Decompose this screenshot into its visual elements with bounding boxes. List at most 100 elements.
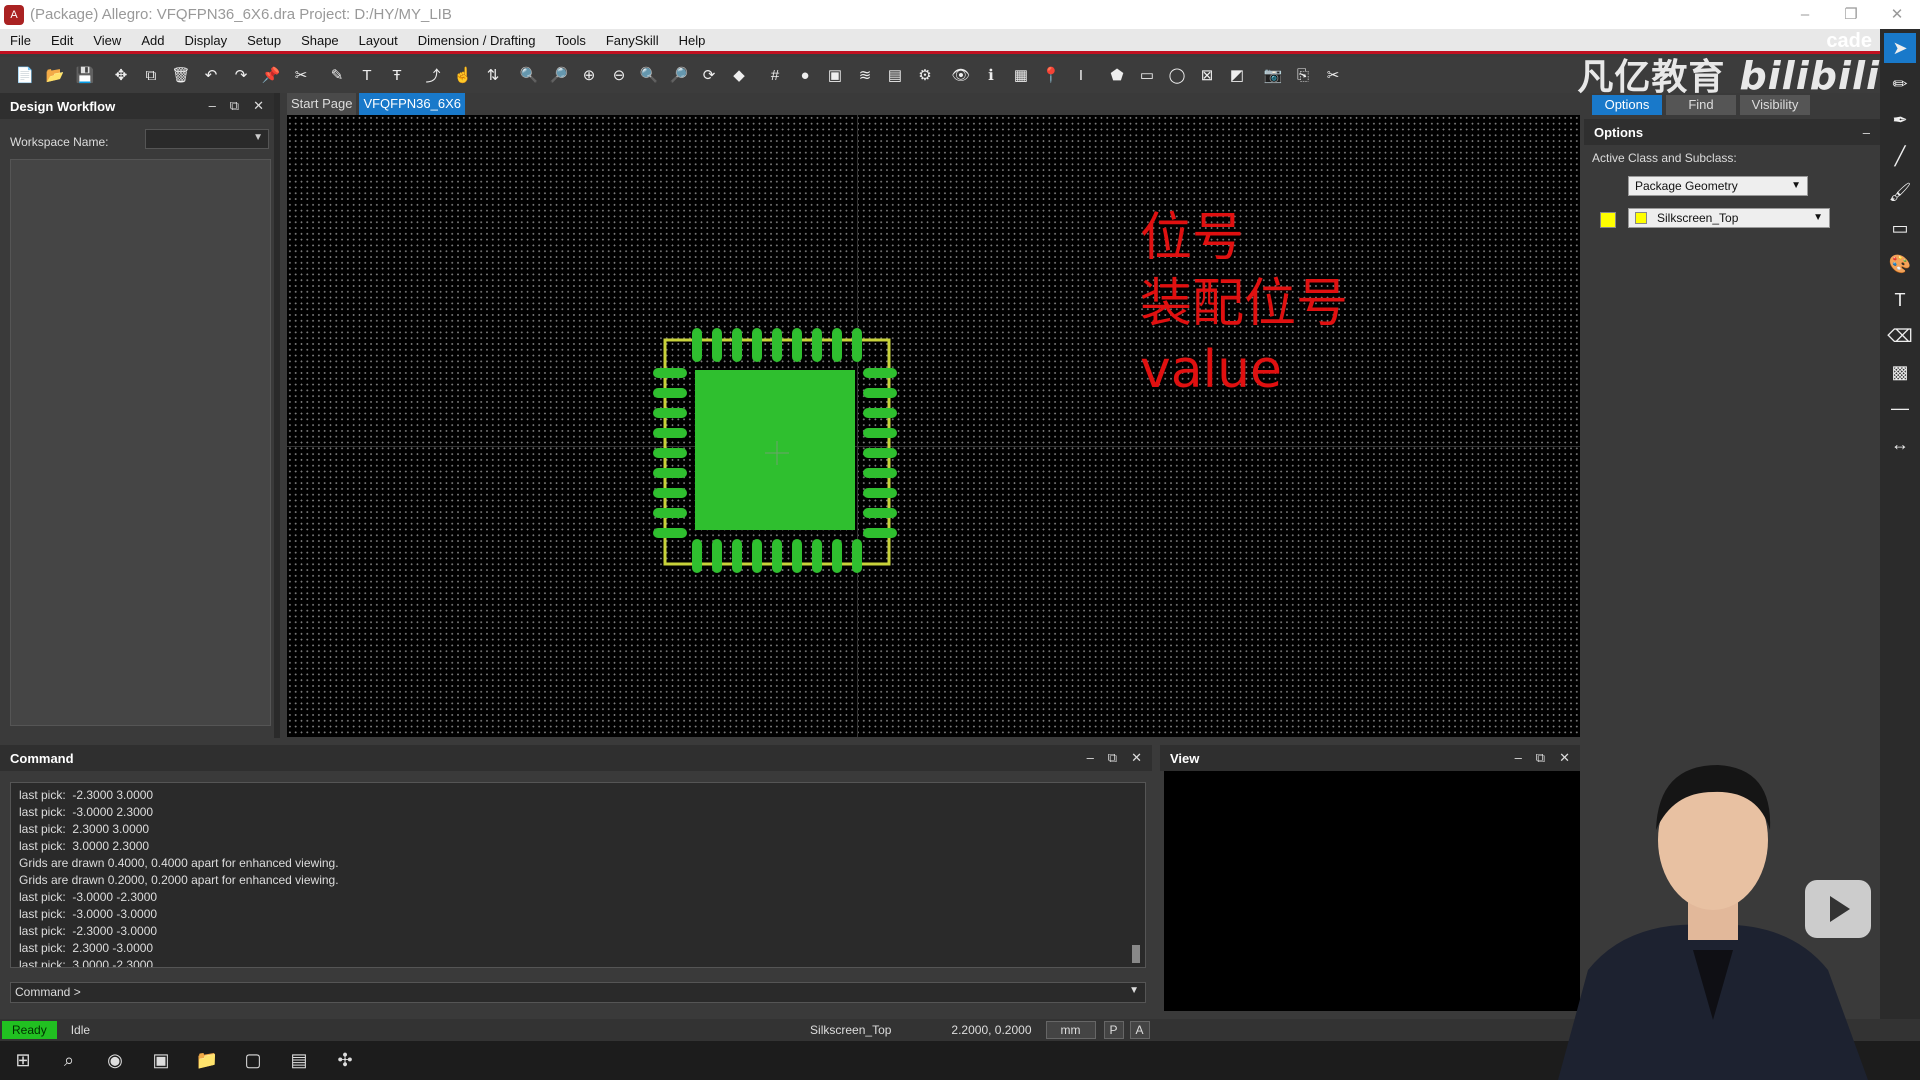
zoom-world-icon[interactable]: 🔎 [666,62,692,88]
edit-text-icon[interactable]: Ŧ [384,62,410,88]
menu-file[interactable]: File [0,33,41,48]
restore-button[interactable]: ❐ [1828,0,1874,29]
export-icon[interactable]: ⎘ [1290,62,1316,88]
chrome-icon[interactable]: ◉ [92,1041,138,1080]
unpin-icon[interactable]: ✂ [288,62,314,88]
tab-vfqfpn36[interactable]: VFQFPN36_6X6 [359,93,465,115]
arrows-icon[interactable]: ↔ [1884,429,1916,459]
grid-icon[interactable]: # [762,62,788,88]
shadow-icon[interactable]: ▣ [822,62,848,88]
new-icon[interactable]: 📄 [12,62,38,88]
package-icon[interactable]: ▦ [1008,62,1034,88]
play-button-icon[interactable] [1805,880,1871,938]
camera-icon[interactable]: 📷 [1260,62,1286,88]
connect-icon[interactable]: ⤴ [420,62,446,88]
menu-shape[interactable]: Shape [291,33,349,48]
command-input[interactable]: Command > [10,982,1146,1003]
rectangle-icon[interactable]: ▭ [1884,213,1916,243]
color-icon[interactable]: ● [792,62,818,88]
tools-icon[interactable]: ✂ [1320,62,1346,88]
add-text-icon[interactable]: T [354,62,380,88]
menu-edit[interactable]: Edit [41,33,83,48]
checker-icon[interactable]: ▩ [1884,357,1916,387]
visibility-icon[interactable]: 👁 [948,62,974,88]
minimize-icon[interactable]: – [1863,125,1870,140]
zoom-fit-icon[interactable]: 🔎 [546,62,572,88]
menu-view[interactable]: View [83,33,131,48]
windows-start-icon[interactable]: ⊞ [0,1041,46,1080]
minimize-icon[interactable]: – [1087,750,1094,766]
menu-help[interactable]: Help [669,33,716,48]
search-icon[interactable]: ⌕ [46,1041,92,1080]
pdf-icon[interactable]: ▤ [276,1041,322,1080]
copy-icon[interactable]: ⧉ [138,62,164,88]
editor-icon[interactable]: ▢ [230,1041,276,1080]
spread-icon[interactable]: ⇅ [480,62,506,88]
void-icon[interactable]: ⊠ [1194,62,1220,88]
tab-find[interactable]: Find [1666,95,1736,115]
settings-icon[interactable]: ⚙ [912,62,938,88]
show-element-icon[interactable]: ℹ [978,62,1004,88]
open-icon[interactable]: 📂 [42,62,68,88]
line-icon[interactable]: ╱ [1884,141,1916,171]
pin-place-icon[interactable]: 📍 [1038,62,1064,88]
menu-layout[interactable]: Layout [349,33,408,48]
layers-icon[interactable]: ≋ [852,62,878,88]
class-dropdown[interactable]: Package Geometry [1628,176,1808,196]
redo-icon[interactable]: ↷ [228,62,254,88]
status-units[interactable]: mm [1045,1021,1096,1039]
shape-add-icon[interactable]: ⬟ [1104,62,1130,88]
hline-icon[interactable]: — [1884,393,1916,423]
tab-visibility[interactable]: Visibility [1740,95,1810,115]
slide-icon[interactable]: ☝ [450,62,476,88]
menu-add[interactable]: Add [131,33,174,48]
save-icon[interactable]: 💾 [72,62,98,88]
menu-setup[interactable]: Setup [237,33,291,48]
menu-dimension-drafting[interactable]: Dimension / Drafting [408,33,546,48]
minimize-icon[interactable]: – [1515,750,1522,766]
subclass-color-swatch[interactable] [1600,212,1616,228]
subclass-dropdown[interactable]: Silkscreen_Top [1628,208,1830,228]
tab-options[interactable]: Options [1592,95,1662,115]
palette-icon[interactable]: 🎨 [1884,249,1916,279]
close-icon[interactable]: ✕ [253,98,264,114]
move-icon[interactable]: ✥ [108,62,134,88]
tab-start-page[interactable]: Start Page [287,93,357,115]
measure-icon[interactable]: I [1068,62,1094,88]
edit-shape-icon[interactable]: ◩ [1224,62,1250,88]
zoom-prev-icon[interactable]: 🔍 [636,62,662,88]
pen-icon[interactable]: ✒ [1884,105,1916,135]
pin-icon[interactable]: 📌 [258,62,284,88]
world-view-window[interactable] [1164,771,1580,1011]
file-explorer-icon[interactable]: 📁 [184,1041,230,1080]
workspace-dropdown[interactable] [145,129,269,149]
status-a-button[interactable]: A [1129,1021,1150,1039]
zoom-out-icon[interactable]: ⊖ [606,62,632,88]
minimize-button[interactable]: – [1782,0,1828,29]
close-icon[interactable]: ✕ [1131,750,1142,766]
zoom-points-icon[interactable]: 🔍 [516,62,542,88]
float-icon[interactable]: ⧉ [1108,750,1117,766]
minimize-icon[interactable]: – [209,98,216,114]
terminal-icon[interactable]: ▣ [138,1041,184,1080]
menu-tools[interactable]: Tools [545,33,595,48]
brush-icon[interactable]: 🖌 [1884,177,1916,207]
add-line-icon[interactable]: ✎ [324,62,350,88]
circle-shape-icon[interactable]: ◯ [1164,62,1190,88]
3d-view-icon[interactable]: ◆ [726,62,752,88]
eraser-icon[interactable]: ⌫ [1884,321,1916,351]
float-icon[interactable]: ⧉ [230,98,239,114]
menu-fanyskill[interactable]: FanySkill [596,33,669,48]
design-canvas[interactable] [287,115,1580,737]
command-scrollbar[interactable] [1132,945,1140,963]
undo-icon[interactable]: ↶ [198,62,224,88]
select-pointer-icon[interactable]: ➤ [1884,33,1916,63]
delete-icon[interactable]: 🗑 [168,62,194,88]
zoom-in-icon[interactable]: ⊕ [576,62,602,88]
pencil-icon[interactable]: ✏ [1884,69,1916,99]
rect-shape-icon[interactable]: ▭ [1134,62,1160,88]
redraw-icon[interactable]: ⟳ [696,62,722,88]
menu-display[interactable]: Display [174,33,237,48]
status-p-button[interactable]: P [1103,1021,1124,1039]
text-icon[interactable]: T [1884,285,1916,315]
